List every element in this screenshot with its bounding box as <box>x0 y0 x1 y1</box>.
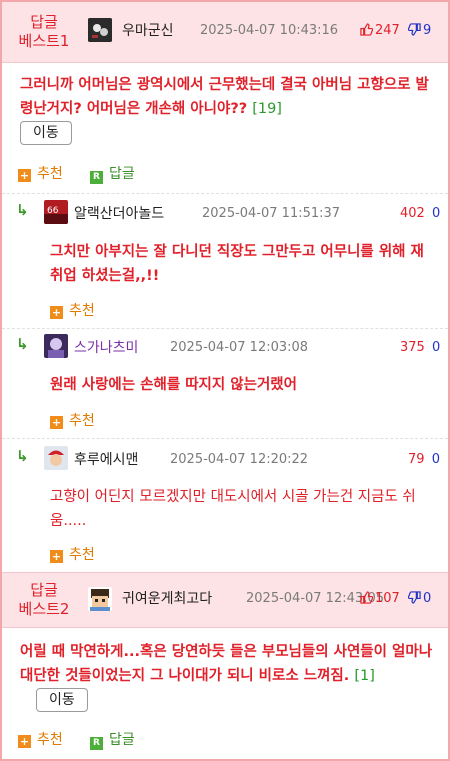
r-square-icon: R <box>90 737 103 750</box>
recommend-label: 추천 <box>69 413 95 429</box>
author-name[interactable]: 후루에시맨 <box>74 449 138 469</box>
best-label-line1: 답글 <box>30 13 58 31</box>
divider <box>2 438 448 439</box>
vote-counts: 107 0 <box>360 591 431 606</box>
reply-arrow-icon: ↳ <box>16 201 29 219</box>
upvote-count: 247 <box>375 23 400 38</box>
upvote-count: 107 <box>375 591 400 606</box>
author-name[interactable]: 알랙산더아놀드 <box>74 203 164 223</box>
reply-arrow-icon: ↳ <box>16 335 29 353</box>
best-label-line2: 베스트1 <box>18 32 70 50</box>
avatar[interactable] <box>88 18 112 42</box>
recommend-button[interactable]: + 추천 <box>18 729 63 749</box>
best2-label: 답글 베스트2 <box>2 581 86 619</box>
plus-square-icon: + <box>18 735 31 748</box>
upvote-count[interactable]: 79 <box>408 452 425 467</box>
divider <box>2 328 448 329</box>
downvote-count: 0 <box>422 591 432 606</box>
best1-label: 답글 베스트1 <box>2 13 86 51</box>
move-button[interactable]: 이동 <box>20 121 72 145</box>
thumb-down-icon <box>407 23 421 36</box>
vote-counts: 79 0 <box>408 452 440 467</box>
reply-count[interactable]: [1] <box>354 668 375 684</box>
recommend-button[interactable]: + 추천 <box>50 544 95 564</box>
avatar[interactable] <box>44 334 68 358</box>
best-label-line2: 베스트2 <box>18 600 70 618</box>
vote-counts: 375 0 <box>400 340 440 355</box>
svg-text:66: 66 <box>47 206 59 216</box>
vote-counts: 402 0 <box>400 206 440 221</box>
plus-square-icon: + <box>50 306 63 319</box>
timestamp: 2025-04-07 12:20:22 <box>170 452 309 467</box>
avatar-image <box>88 587 112 611</box>
best-label-line1: 답글 <box>30 581 58 599</box>
avatar-image: 66 <box>44 200 68 224</box>
reply-label: 답글 <box>109 732 135 748</box>
author-name[interactable]: 우마군신 <box>122 20 174 40</box>
recommend-label: 추천 <box>37 732 63 748</box>
divider <box>2 193 448 194</box>
recommend-button[interactable]: + 추천 <box>50 410 95 430</box>
recommend-button[interactable]: + 추천 <box>18 163 63 183</box>
recommend-label: 추천 <box>69 303 95 319</box>
vote-counts: 247 9 <box>360 23 431 38</box>
thumb-down-icon <box>407 591 421 604</box>
best1-body: 그러니까 어머님은 광역시에서 근무했는데 결국 아버님 고향으로 발령난거지?… <box>20 73 436 145</box>
reply-body: 그치만 아부지는 잘 다니던 직장도 그만두고 어무니를 위해 재취업 하셨는걸… <box>50 244 424 284</box>
thumb-up-icon <box>360 23 373 36</box>
avatar-image <box>44 446 68 470</box>
author-name[interactable]: 귀여운게최고다 <box>122 588 212 608</box>
upvote-count[interactable]: 375 <box>400 340 425 355</box>
recommend-button[interactable]: + 추천 <box>50 300 95 320</box>
downvote-count[interactable]: 0 <box>432 206 440 221</box>
downvote-button[interactable]: 9 <box>407 23 432 38</box>
avatar-image <box>88 18 112 42</box>
avatar[interactable]: 66 <box>44 200 68 224</box>
reply-label: 답글 <box>109 166 135 182</box>
reply-count[interactable]: [19] <box>252 101 282 117</box>
recommend-label: 추천 <box>37 166 63 182</box>
timestamp: 2025-04-07 10:43:16 <box>200 23 339 38</box>
best2-header: 답글 베스트2 귀여운게최고다 2025-04-07 12:43:05 107 … <box>2 572 448 628</box>
plus-square-icon: + <box>50 416 63 429</box>
avatar[interactable] <box>44 446 68 470</box>
upvote-count[interactable]: 402 <box>400 206 425 221</box>
plus-square-icon: + <box>18 169 31 182</box>
r-square-icon: R <box>90 171 103 184</box>
downvote-count: 9 <box>422 23 432 38</box>
thumb-up-icon <box>360 591 373 604</box>
plus-square-icon: + <box>50 550 63 563</box>
reply-button[interactable]: R 답글 <box>90 163 135 184</box>
avatar[interactable] <box>88 587 112 611</box>
comment-list: 답글 베스트1 우마군신 2025-04-07 10:43:16 247 9 그… <box>0 0 450 761</box>
best2-body: 어릴 때 막연하게...혹은 당연하듯 들은 부모님들의 사연들이 얼마나 대단… <box>20 640 436 712</box>
reply-body: 원래 사랑에는 손해를 따지지 않는거랬어 <box>50 377 297 393</box>
upvote-button[interactable]: 107 <box>360 591 404 606</box>
reply-arrow-icon: ↳ <box>16 447 29 465</box>
comment-text: 그러니까 어머님은 광역시에서 근무했는데 결국 아버님 고향으로 발령난거지?… <box>20 77 429 117</box>
timestamp: 2025-04-07 11:51:37 <box>202 206 341 221</box>
upvote-button[interactable]: 247 <box>360 23 404 38</box>
downvote-count[interactable]: 0 <box>432 452 440 467</box>
recommend-label: 추천 <box>69 547 95 563</box>
downvote-button[interactable]: 0 <box>407 591 432 606</box>
avatar-image <box>44 334 68 358</box>
move-button[interactable]: 이동 <box>36 688 88 712</box>
downvote-count[interactable]: 0 <box>432 340 440 355</box>
reply-button[interactable]: R 답글 <box>90 729 135 750</box>
reply-body: 고향이 어딘지 모르겠지만 대도시에서 시골 가는건 지금도 쉬움..... <box>50 489 416 529</box>
timestamp: 2025-04-07 12:03:08 <box>170 340 309 355</box>
best1-header: 답글 베스트1 우마군신 2025-04-07 10:43:16 247 9 <box>2 2 448 63</box>
author-name[interactable]: 스가나츠미 <box>74 337 138 357</box>
